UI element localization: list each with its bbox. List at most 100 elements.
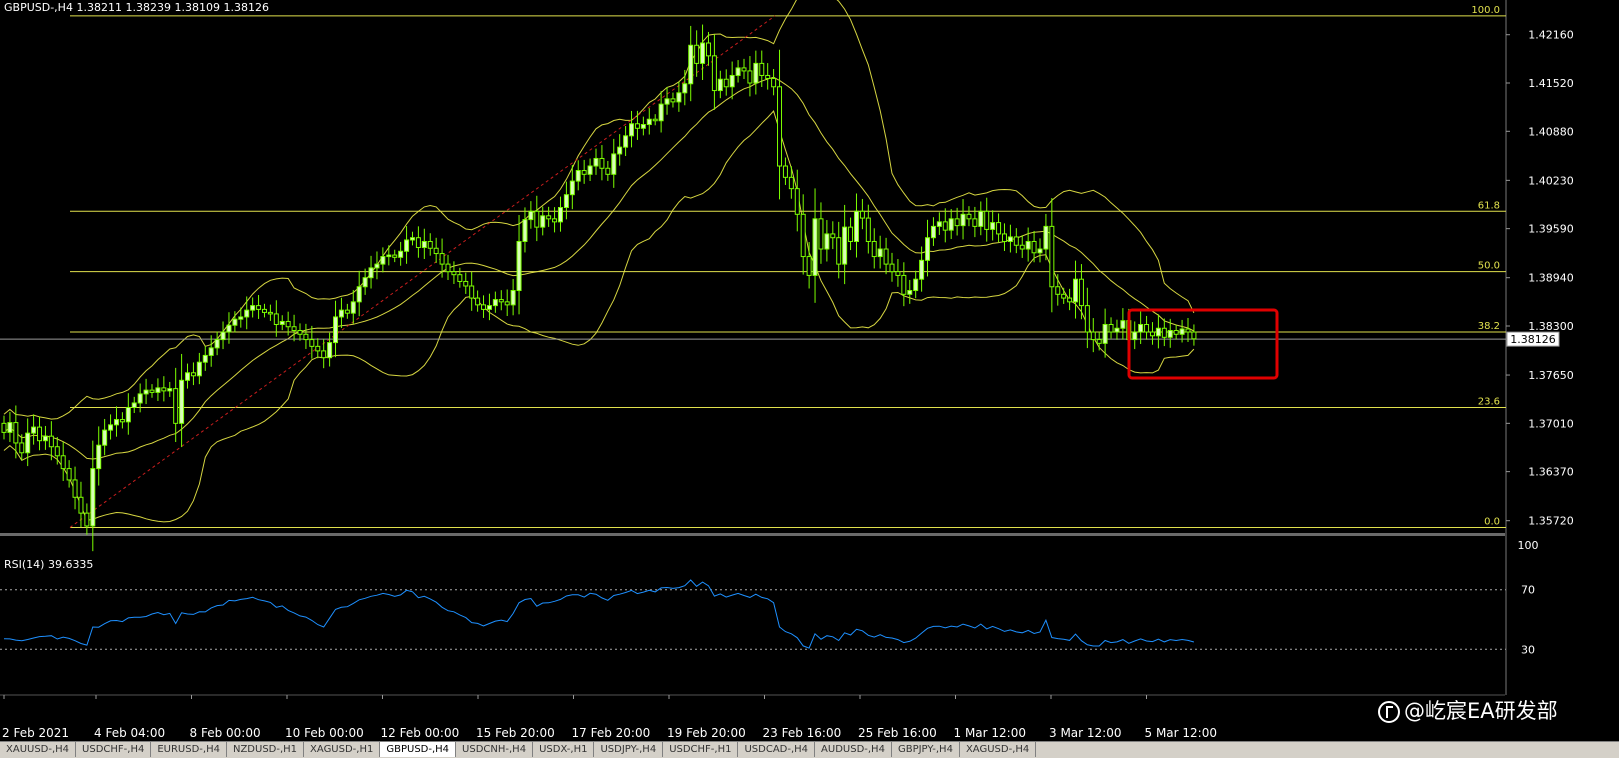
rsi-axis-label: 100 — [1518, 539, 1539, 552]
candle-body — [1019, 244, 1025, 250]
rsi-axis-label: 30 — [1521, 643, 1535, 656]
candle-body — [1161, 327, 1167, 338]
candle-body — [794, 188, 800, 215]
candle-body — [451, 271, 457, 276]
time-label: 23 Feb 16:00 — [763, 726, 842, 740]
candle-body — [723, 78, 729, 88]
candle-body — [948, 218, 954, 231]
candle-body — [149, 389, 155, 393]
candle-body — [131, 402, 137, 408]
candle-body — [374, 263, 380, 269]
candle-body — [498, 299, 504, 303]
fib-label-0.0: 0.0 — [1484, 516, 1500, 527]
candle-body — [865, 217, 871, 242]
chart-tab[interactable]: USDCHF-,H1 — [663, 742, 739, 757]
candle-body — [581, 170, 587, 175]
candle-body — [1073, 278, 1079, 303]
candle-body — [48, 435, 54, 448]
candle-body — [972, 218, 978, 227]
candle-body — [1090, 331, 1096, 341]
candle-body — [996, 222, 1002, 235]
time-label: 25 Feb 16:00 — [858, 726, 937, 740]
candle-body — [557, 207, 563, 223]
time-label: 17 Feb 20:00 — [572, 726, 651, 740]
price-tick-label: 1.38300 — [1528, 320, 1574, 333]
candle-body — [901, 274, 907, 295]
chart-tab[interactable]: USDCAD-,H4 — [738, 742, 816, 757]
candle-body — [534, 210, 540, 228]
candle-body — [279, 320, 285, 325]
candle-body — [102, 429, 108, 446]
candle-body — [1144, 323, 1150, 333]
candle-body — [315, 345, 321, 352]
price-tick-label: 1.40880 — [1528, 125, 1574, 138]
candle-body — [853, 210, 859, 242]
candle-body — [960, 213, 966, 227]
candle-body — [777, 86, 783, 167]
candle-body — [889, 263, 895, 273]
chart-tab[interactable]: XAUUSD-,H4 — [0, 742, 77, 757]
candle-body — [640, 124, 646, 129]
candle-body — [836, 237, 842, 265]
chart-tab[interactable]: USDJPY-,H4 — [594, 742, 664, 757]
chart-tab-bar: XAUUSD-,H4 USDCHF-,H4 EURUSD-,H4 NZDUSD-,H1… — [0, 741, 1619, 758]
candle-body — [1078, 278, 1084, 307]
close-value: 1.38126 — [223, 1, 269, 14]
candle-body — [830, 233, 836, 239]
chart-tab[interactable]: GBPUSD-,H4 — [380, 742, 457, 757]
chart-tab[interactable]: NZDUSD-,H1 — [227, 742, 305, 757]
chart-tab[interactable]: USDCHF-,H4 — [76, 742, 152, 757]
candle-body — [409, 237, 415, 241]
candle-body — [226, 324, 232, 333]
candle-body — [137, 393, 143, 404]
candle-body — [954, 218, 960, 227]
candle-body — [1185, 328, 1191, 333]
candle-body — [492, 299, 498, 307]
candle-body — [1155, 327, 1161, 337]
candle-body — [113, 419, 119, 426]
candle-body — [185, 372, 191, 381]
candle-body — [190, 372, 196, 377]
chart-tab[interactable]: XAGUSD-,H1 — [304, 742, 381, 757]
chart-tab[interactable]: USDX-,H1 — [533, 742, 595, 757]
candle-body — [925, 237, 931, 261]
candle-body — [19, 442, 25, 454]
candle-body — [930, 225, 936, 239]
chart-tab[interactable]: AUDUSD-,H4 — [815, 742, 892, 757]
candle-body — [368, 267, 374, 279]
candle-body — [196, 361, 202, 377]
chart-canvas: 100.0 61.8 50.0 38.2 23.6 0.0 1.42160 1.41520 1.… — [0, 0, 1619, 740]
candle-body — [108, 424, 114, 431]
candle-body — [433, 247, 439, 255]
candle-body — [711, 55, 717, 92]
candle-body — [848, 226, 854, 242]
candle-body — [824, 233, 830, 250]
candle-body — [634, 123, 640, 129]
current-price-label: 1.38126 — [1510, 333, 1556, 346]
chart-tab[interactable]: GBPJPY-,H4 — [892, 742, 960, 757]
chart-tab[interactable]: EURUSD-,H4 — [151, 742, 227, 757]
candle-body — [694, 44, 700, 64]
time-label: 8 Feb 00:00 — [190, 726, 261, 740]
candle-body — [386, 254, 392, 258]
candle-body — [297, 330, 303, 335]
candle-body — [457, 274, 463, 282]
chart-tab[interactable]: USDCNH-,H4 — [456, 742, 534, 757]
candle-body — [309, 339, 315, 347]
candle-body — [445, 263, 451, 273]
candle-body — [1173, 330, 1179, 335]
candle-body — [664, 98, 670, 105]
candle-body — [759, 62, 765, 76]
candle-body — [179, 379, 185, 424]
candle-body — [1120, 320, 1126, 329]
candle-body — [427, 240, 433, 249]
chart-tab[interactable]: XAGUSD-,H4 — [960, 742, 1037, 757]
candle-body — [25, 432, 31, 454]
candle-body — [978, 210, 984, 227]
pane-separator — [0, 533, 1505, 536]
candle-body — [617, 146, 623, 155]
fib-label-61.8: 61.8 — [1478, 200, 1500, 211]
candle-body — [700, 42, 706, 64]
candle-body — [1132, 331, 1138, 341]
candle-body — [1037, 248, 1043, 254]
